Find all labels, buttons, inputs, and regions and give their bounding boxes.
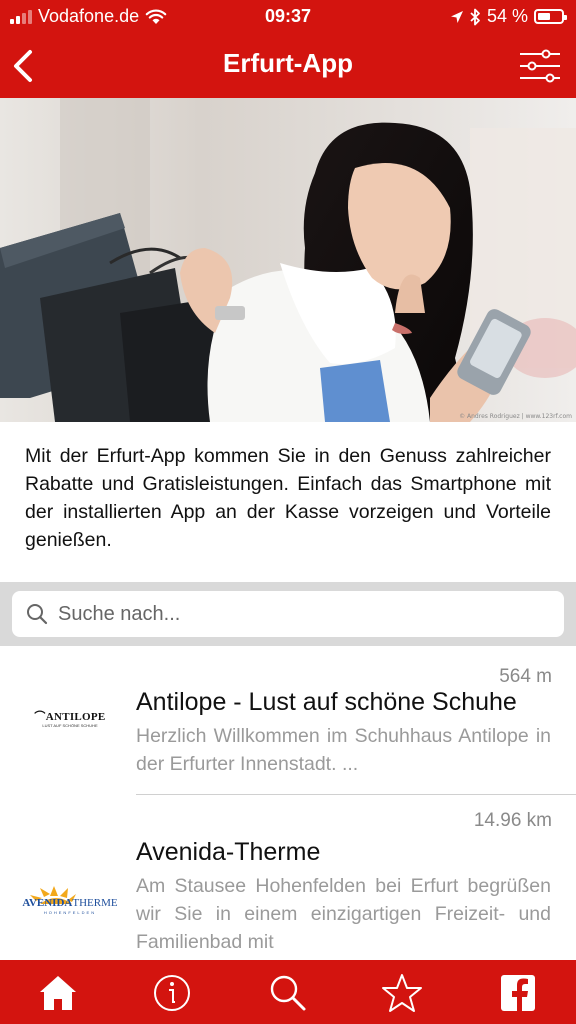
- page-title: Erfurt-App: [223, 48, 353, 78]
- antilope-logo: ⌒ANTILOPE LUST AUF SCHÖNE SCHUHE: [16, 690, 124, 750]
- navigation-bar: Erfurt-App: [0, 34, 576, 98]
- logo-mark-icon: ⌒: [34, 711, 46, 723]
- home-icon: [40, 976, 76, 1010]
- search-icon: [27, 604, 48, 625]
- item-title: Avenida-Therme: [136, 838, 321, 866]
- hero-image: © Andres Rodriguez | www.123rf.com: [0, 98, 576, 422]
- bluetooth-icon: [470, 8, 480, 25]
- tab-info[interactable]: [150, 972, 194, 1014]
- item-description: Herzlich Willkommen im Schuhhaus Antilop…: [136, 725, 551, 775]
- filter-button[interactable]: [518, 46, 562, 86]
- status-bar: Vodafone.de 09:37 54 %: [0, 0, 576, 34]
- status-right: 54 %: [450, 6, 567, 27]
- divider: [136, 794, 576, 795]
- photo-credit: © Andres Rodriguez | www.123rf.com: [459, 413, 572, 420]
- search-box[interactable]: [12, 591, 564, 637]
- avenida-therme-logo: AVENIDATHERME HOHENFELDEN: [16, 874, 124, 934]
- star-icon: [382, 974, 422, 1012]
- logo-text: ANTILOPE: [45, 711, 106, 723]
- distance-label: 564 m: [499, 666, 552, 687]
- item-title: Antilope - Lust auf schöne Schuhe: [136, 688, 517, 716]
- list-item[interactable]: ⌒ANTILOPE LUST AUF SCHÖNE SCHUHE 564 m A…: [0, 646, 576, 796]
- search-icon: [270, 975, 306, 1011]
- tab-favorites[interactable]: [380, 972, 424, 1014]
- logo-text-therme: THERME: [72, 897, 118, 909]
- tab-facebook[interactable]: [496, 972, 540, 1014]
- battery-icon: [534, 9, 567, 24]
- shopping-woman-photo: [0, 98, 576, 422]
- search-input[interactable]: [58, 591, 548, 637]
- facebook-icon: [501, 975, 535, 1011]
- item-description: Am Stausee Hohenfelden bei Erfurt begrüß…: [136, 875, 551, 953]
- distance-label: 14.96 km: [473, 810, 552, 831]
- logo-text-avenida: AVENIDA: [22, 897, 73, 909]
- tab-bar: [0, 960, 576, 1024]
- info-icon: [154, 975, 190, 1011]
- battery-percent: 54 %: [486, 6, 528, 26]
- logo-subtext: LUST AUF SCHÖNE SCHUHE: [42, 723, 98, 728]
- partner-list: ⌒ANTILOPE LUST AUF SCHÖNE SCHUHE 564 m A…: [0, 646, 576, 960]
- list-item[interactable]: AVENIDATHERME HOHENFELDEN 14.96 km Aveni…: [0, 796, 576, 960]
- tab-home[interactable]: [36, 972, 80, 1014]
- search-bar-container: [0, 582, 576, 646]
- logo-subtext: HOHENFELDEN: [43, 910, 97, 915]
- battery-level: [538, 13, 550, 20]
- location-arrow-icon: [450, 10, 463, 23]
- intro-text: Mit der Erfurt-App kommen Sie in den Gen…: [25, 445, 551, 551]
- filter-sliders-icon: [520, 49, 560, 83]
- tab-search[interactable]: [266, 972, 310, 1014]
